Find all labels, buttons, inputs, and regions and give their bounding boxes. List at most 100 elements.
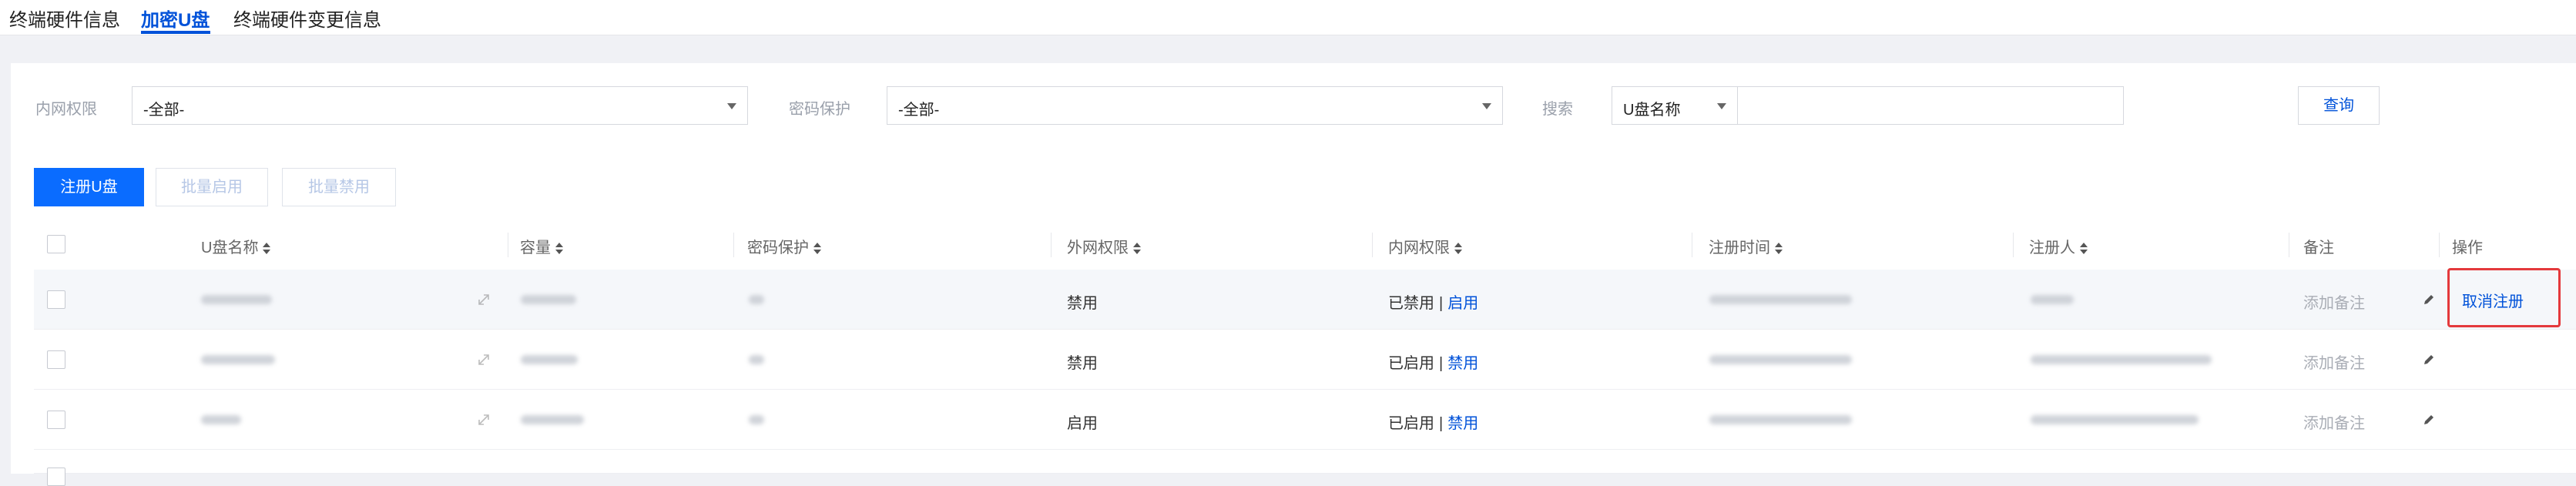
sort-icon[interactable] [1133, 242, 1141, 255]
sort-icon[interactable] [263, 242, 271, 255]
capacity-redacted [521, 415, 584, 424]
column-usb-name-label: U盘名称 [201, 240, 259, 256]
column-divider [1051, 233, 1052, 257]
password-protection-label: 密码保护 [789, 101, 850, 118]
password-protection-redacted [749, 415, 764, 424]
query-button[interactable]: 查询 [2298, 86, 2380, 125]
batch-disable-button[interactable]: 批量禁用 [282, 168, 396, 206]
capacity-redacted [521, 295, 576, 304]
add-note-link[interactable]: 添加备注 [2303, 290, 2365, 313]
sort-icon[interactable] [1775, 242, 1783, 255]
intranet-permission-cell: 已禁用 | 启用 [1388, 290, 1478, 313]
password-protection-redacted [749, 295, 764, 304]
table-row: 启用 已启用 | 禁用 添加备注 [34, 390, 2576, 450]
intranet-status: 已禁用 [1388, 295, 1434, 312]
search-label: 搜索 [1542, 101, 1573, 118]
row-checkbox[interactable] [47, 468, 65, 486]
column-register-time-label: 注册时间 [1709, 240, 1770, 256]
register-time-redacted [1709, 415, 1852, 424]
column-note: 备注 [2303, 240, 2334, 256]
expand-icon[interactable] [477, 353, 491, 367]
column-divider [1372, 233, 1373, 257]
column-divider [2439, 233, 2440, 257]
row-checkbox[interactable] [47, 290, 65, 309]
top-tab-bar: 终端硬件信息 加密U盘 终端硬件变更信息 [0, 0, 2576, 35]
row-checkbox[interactable] [47, 411, 65, 429]
table-row: 禁用 已启用 | 禁用 添加备注 [34, 330, 2576, 390]
sort-icon[interactable] [813, 242, 821, 255]
tab-encrypted-usb[interactable]: 加密U盘 [141, 5, 210, 32]
intranet-permission-cell: 已启用 | 禁用 [1388, 411, 1478, 433]
intranet-permission-label: 内网权限 [35, 101, 97, 118]
search-field-select[interactable]: U盘名称 [1612, 86, 1738, 125]
column-registrant-label: 注册人 [2029, 240, 2075, 256]
column-divider [733, 233, 734, 257]
column-capacity-label: 容量 [520, 240, 551, 256]
search-field-value: U盘名称 [1623, 102, 1681, 119]
chevron-down-icon [1482, 103, 1491, 109]
extranet-permission-value: 启用 [1067, 415, 1098, 432]
batch-enable-button[interactable]: 批量启用 [156, 168, 268, 206]
separator: | [1439, 295, 1444, 312]
active-tab-indicator [141, 31, 210, 34]
usb-name-redacted [201, 295, 272, 304]
intranet-toggle-link[interactable]: 禁用 [1447, 415, 1478, 432]
table-row [34, 450, 2576, 486]
registrant-redacted [2031, 355, 2212, 364]
extranet-permission-value: 禁用 [1067, 355, 1098, 372]
capacity-redacted [521, 355, 578, 364]
column-register-time[interactable]: 注册时间 [1709, 235, 1783, 257]
usb-name-redacted [201, 415, 241, 424]
extranet-permission-value: 禁用 [1067, 295, 1098, 312]
column-intranet-permission-label: 内网权限 [1388, 240, 1450, 256]
column-extranet-permission[interactable]: 外网权限 [1067, 235, 1141, 257]
intranet-permission-value: -全部- [143, 102, 185, 119]
add-note-link[interactable]: 添加备注 [2303, 411, 2365, 433]
table-row: 禁用 已禁用 | 启用 添加备注 [34, 270, 2576, 330]
password-protection-select[interactable]: -全部- [887, 86, 1503, 125]
chevron-down-icon [727, 103, 736, 109]
password-protection-value: -全部- [898, 102, 940, 119]
registrant-redacted [2031, 415, 2199, 424]
sort-icon[interactable] [555, 242, 563, 255]
register-time-redacted [1709, 355, 1852, 364]
expand-icon[interactable] [477, 293, 491, 307]
column-password-protection-label: 密码保护 [747, 240, 809, 256]
register-time-redacted [1709, 295, 1852, 304]
column-usb-name[interactable]: U盘名称 [201, 235, 271, 257]
column-extranet-permission-label: 外网权限 [1067, 240, 1129, 256]
separator: | [1439, 415, 1444, 432]
search-input[interactable] [1737, 86, 2124, 125]
expand-icon[interactable] [477, 413, 491, 427]
edit-icon[interactable] [2421, 352, 2437, 367]
intranet-toggle-link[interactable]: 启用 [1447, 295, 1478, 312]
tab-terminal-hardware-info[interactable]: 终端硬件信息 [9, 5, 120, 32]
intranet-status: 已启用 [1388, 415, 1434, 432]
sort-icon[interactable] [1454, 242, 1462, 255]
select-all-checkbox[interactable] [47, 235, 65, 253]
usb-name-redacted [201, 355, 275, 364]
unregister-link[interactable]: 取消注册 [2462, 289, 2524, 311]
register-usb-button[interactable]: 注册U盘 [34, 168, 144, 206]
registrant-redacted [2031, 295, 2074, 304]
table-header: U盘名称 容量 密码保护 外网权限 内网权限 注册时间 注册人 备注 操作 [34, 220, 2576, 270]
column-intranet-permission[interactable]: 内网权限 [1388, 235, 1462, 257]
sort-icon[interactable] [2080, 242, 2088, 255]
intranet-permission-cell: 已启用 | 禁用 [1388, 350, 1478, 373]
column-password-protection[interactable]: 密码保护 [747, 235, 821, 257]
edit-icon[interactable] [2421, 412, 2437, 427]
column-operation: 操作 [2452, 240, 2483, 256]
intranet-toggle-link[interactable]: 禁用 [1447, 355, 1478, 372]
column-divider [2013, 233, 2014, 257]
separator: | [1439, 355, 1444, 372]
tab-terminal-hardware-changes[interactable]: 终端硬件变更信息 [233, 5, 381, 32]
row-checkbox[interactable] [47, 350, 65, 369]
column-registrant[interactable]: 注册人 [2029, 235, 2088, 257]
password-protection-redacted [749, 355, 764, 364]
add-note-link[interactable]: 添加备注 [2303, 350, 2365, 373]
edit-icon[interactable] [2421, 292, 2437, 307]
intranet-status: 已启用 [1388, 355, 1434, 372]
column-capacity[interactable]: 容量 [520, 235, 563, 257]
intranet-permission-select[interactable]: -全部- [132, 86, 748, 125]
chevron-down-icon [1717, 103, 1726, 109]
